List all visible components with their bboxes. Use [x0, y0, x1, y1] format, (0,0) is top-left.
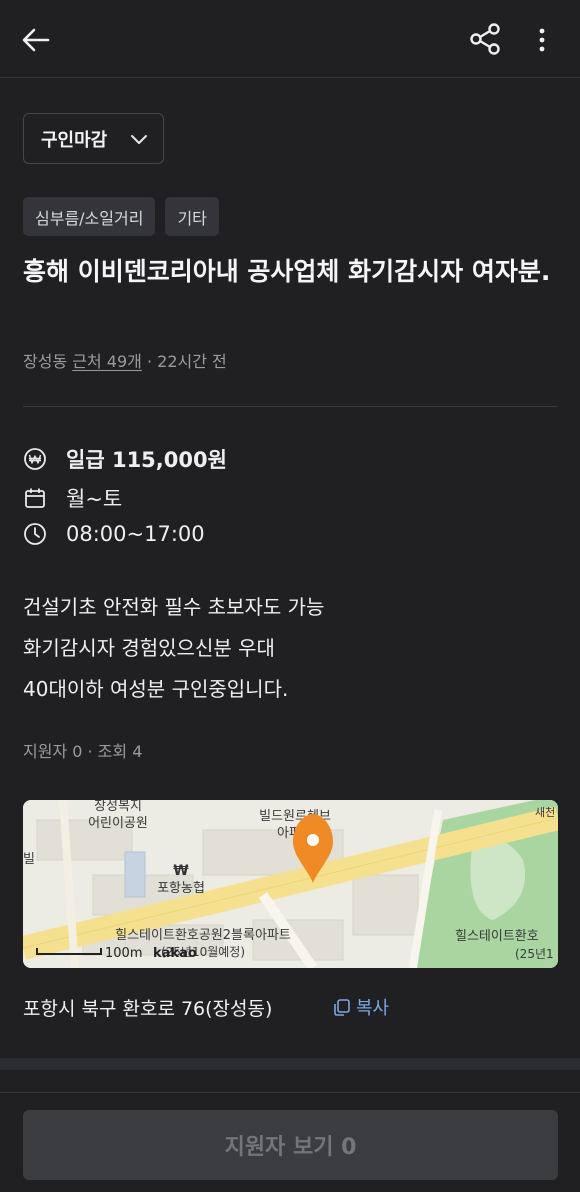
map-label: 힐스테이트환호: [455, 929, 539, 944]
status-dropdown[interactable]: 구인마감: [23, 113, 164, 164]
address-text: 포항시 북구 환호로 76(장성동): [23, 998, 273, 1020]
share-icon[interactable]: [466, 20, 504, 58]
days-text: 월~토: [66, 487, 123, 511]
view-applicants-button[interactable]: 지원자 보기 0: [23, 1110, 558, 1180]
post-meta: 장성동 근처 49개 · 22시간 전: [23, 348, 227, 372]
map-label: (25년1: [515, 947, 554, 961]
hours-text: 08:00~17:00: [66, 522, 205, 546]
map-brand: kakao: [153, 946, 197, 961]
map-label: 힐스테이트환호공원2블록아파트: [115, 928, 291, 943]
bottom-separator: [0, 1092, 580, 1093]
wage-text: 일급 115,000원: [66, 448, 227, 472]
desc-line: 건설기초 안전화 필수 초보자도 가능: [23, 595, 325, 619]
status-label: 구인마감: [41, 129, 108, 151]
wage-row: 일급 115,000원: [23, 444, 227, 474]
category-tags: 심부름/소일거리 기타: [23, 197, 219, 236]
location-text: 장성동: [23, 352, 68, 371]
desc-line: 화기감시자 경험있으신분 우대: [23, 636, 275, 660]
hours-row: 08:00~17:00: [23, 522, 205, 546]
tag-etc: 기타: [165, 197, 219, 236]
top-bar: [0, 0, 580, 78]
days-row: 월~토: [23, 483, 122, 513]
map-label: 포항농협: [157, 881, 205, 896]
more-vertical-icon[interactable]: [528, 24, 556, 56]
copy-address-button[interactable]: 복사: [332, 994, 389, 1020]
location-map[interactable]: 장성복지 어린이공원 빌드원르헤브 아파트 빌 새천 ₩ 포항농협 힐스테이트환…: [23, 800, 558, 968]
copy-icon: [334, 998, 350, 1016]
won-icon: [24, 448, 46, 470]
desc-line: 40대이하 여성분 구인중입니다.: [23, 677, 289, 701]
tag-errand: 심부름/소일거리: [23, 197, 156, 236]
map-label: ₩: [173, 863, 189, 879]
calendar-icon: [25, 488, 45, 508]
divider: [23, 406, 558, 407]
map-label: 장성복지: [94, 800, 142, 814]
post-description: 건설기초 안전화 필수 초보자도 가능 화기감시자 경험있으신분 우대 40대이…: [23, 587, 324, 710]
map-label: 어린이공원: [88, 816, 148, 831]
map-scale: 100m: [105, 946, 142, 961]
copy-label: 복사: [356, 998, 390, 1019]
section-divider: [0, 1058, 580, 1070]
map-label: 새천: [535, 805, 555, 819]
back-arrow-icon[interactable]: [18, 22, 54, 58]
clock-icon: [24, 523, 46, 545]
map-label: 빌: [23, 852, 35, 867]
post-title: 흥해 이비덴코리아내 공사업체 화기감시자 여자분.: [23, 257, 551, 286]
map-canvas: 장성복지 어린이공원 빌드원르헤브 아파트 빌 새천 ₩ 포항농협 힐스테이트환…: [23, 800, 558, 968]
chevron-down-icon: [131, 135, 147, 144]
post-stats: 지원자 0 · 조회 4: [23, 742, 143, 761]
nearby-link[interactable]: 근처 49개: [72, 352, 142, 371]
time-ago: · 22시간 전: [146, 352, 227, 371]
